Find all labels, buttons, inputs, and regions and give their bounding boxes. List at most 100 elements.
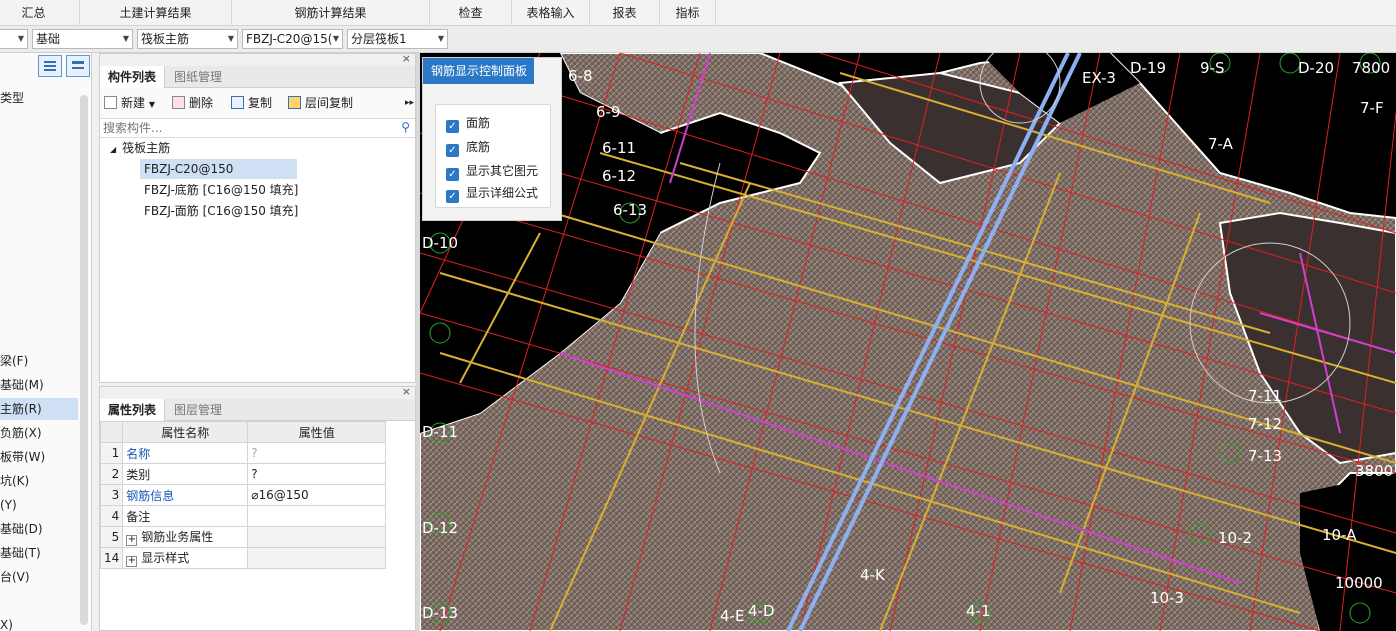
type-select[interactable]: 筏板主筋 ▼	[137, 29, 238, 49]
chevron-down-icon: ▼	[17, 34, 24, 43]
copy-button[interactable]: 复制	[231, 94, 272, 112]
table-row[interactable]: 14 + 显示样式	[99, 547, 387, 569]
more-icon[interactable]: ▸▸	[405, 94, 414, 112]
layer-select[interactable]: 分层筏板1 ▼	[347, 29, 448, 49]
checkbox-top-rebar[interactable]: ✓ 面筋	[446, 114, 490, 133]
tab-summary[interactable]: 汇总	[0, 0, 80, 26]
tree-item[interactable]: FBZJ-面筋 [C16@150 填充]	[144, 201, 298, 221]
property-value[interactable]: ?	[247, 442, 387, 464]
row-number: 1	[99, 442, 124, 464]
tab-layer-management[interactable]: 图层管理	[166, 399, 230, 421]
expand-icon[interactable]: +	[126, 556, 138, 567]
search-input[interactable]	[100, 119, 380, 137]
options-box: ✓ 面筋 ✓ 底筋 ✓ 显示其它图元 ✓ 显示详细公式	[435, 104, 551, 208]
svg-text:4-K: 4-K	[860, 566, 886, 584]
layer-copy-button[interactable]: 层间复制	[288, 94, 353, 112]
row-number: 2	[99, 463, 124, 485]
close-icon[interactable]: ×	[402, 385, 411, 398]
property-name: 钢筋信息	[122, 484, 249, 506]
property-name: 类别	[122, 463, 249, 485]
table-row[interactable]: 2 类别 ?	[99, 463, 387, 485]
level-select[interactable]: ▼	[0, 29, 28, 49]
row-number: 5	[99, 526, 124, 548]
component-select[interactable]: FBZJ-C20@15(▼	[242, 29, 343, 49]
svg-text:6-13: 6-13	[613, 201, 647, 219]
svg-text:D-10: D-10	[422, 234, 458, 252]
tab-indicator[interactable]: 指标	[660, 0, 716, 26]
table-row[interactable]: 3 钢筋信息 ⌀16@150	[99, 484, 387, 506]
property-value[interactable]: ?	[247, 463, 387, 485]
tab-civil-results[interactable]: 土建计算结果	[80, 0, 232, 26]
svg-text:D-20: D-20	[1298, 59, 1334, 77]
checkbox-show-detailed-formula[interactable]: ✓ 显示详细公式	[446, 184, 538, 203]
svg-text:10-2: 10-2	[1218, 529, 1252, 547]
expand-icon[interactable]: +	[126, 535, 138, 546]
nav-item-slab-strip[interactable]: 板带(W)	[0, 446, 78, 468]
svg-text:6-9: 6-9	[596, 103, 621, 121]
property-value[interactable]: ⌀16@150	[247, 484, 387, 506]
tab-report[interactable]: 报表	[590, 0, 660, 26]
nav-item-x[interactable]: X)	[0, 614, 78, 631]
drawing-canvas[interactable]: D-19 9-S D-20 7800 D-10 6-11 6-12 6-13 7…	[420, 53, 1396, 631]
component-search: ⚲	[100, 118, 415, 138]
table-row[interactable]: 4 备注	[99, 505, 387, 527]
rebar-drawing: D-19 9-S D-20 7800 D-10 6-11 6-12 6-13 7…	[420, 53, 1396, 631]
property-name: 备注	[122, 505, 249, 527]
svg-text:9-S: 9-S	[1200, 59, 1224, 77]
nav-scrollbar[interactable]	[80, 95, 88, 625]
tree-root[interactable]: ◢ 筏板主筋	[110, 138, 170, 158]
nav-item-pit[interactable]: 坑(K)	[0, 470, 78, 492]
column-header-value: 属性值	[247, 421, 387, 443]
nav-item-foundation-d[interactable]: 基础(D)	[0, 518, 78, 540]
nav-item-beam[interactable]: 梁(F)	[0, 350, 78, 372]
chevron-down-icon: ▼	[227, 34, 234, 43]
ribbon-tabs: 汇总 土建计算结果 钢筋计算结果 检查 表格输入 报表 指标	[0, 0, 1396, 26]
nav-item-foundation-t[interactable]: 基础(T)	[0, 542, 78, 564]
property-name[interactable]: + 显示样式	[122, 547, 249, 569]
delete-button[interactable]: 删除	[172, 94, 213, 112]
nav-item-negative-rebar[interactable]: 负筋(X)	[0, 422, 78, 444]
nav-item-main-rebar[interactable]: 主筋(R)	[0, 398, 78, 420]
checkbox-bottom-rebar[interactable]: ✓ 底筋	[446, 138, 490, 157]
property-name[interactable]: + 钢筋业务属性	[122, 526, 249, 548]
check-icon: ✓	[446, 168, 459, 181]
svg-text:4-1: 4-1	[966, 602, 991, 620]
close-icon[interactable]: ×	[402, 52, 411, 65]
list-view-icon[interactable]	[38, 55, 62, 77]
property-table: 属性名称 属性值 1 名称 ? 2 类别 ? 3 钢筋信息 ⌀16@150 4 …	[99, 421, 387, 569]
tab-check[interactable]: 检查	[430, 0, 512, 26]
nav-item-platform[interactable]: 台(V)	[0, 566, 78, 588]
category-select[interactable]: 基础 ▼	[32, 29, 133, 49]
card-view-icon[interactable]	[66, 55, 90, 77]
tab-drawing-management[interactable]: 图纸管理	[166, 66, 230, 88]
svg-text:10-3: 10-3	[1150, 589, 1184, 607]
tab-table-input[interactable]: 表格输入	[512, 0, 590, 26]
rebar-display-control-panel: 钢筋显示控制面板 ✓ 面筋 ✓ 底筋 ✓ 显示其它图元 ✓ 显示详细公式	[422, 57, 562, 221]
svg-text:4-D: 4-D	[748, 602, 775, 620]
tab-property-list[interactable]: 属性列表	[100, 399, 166, 421]
table-row[interactable]: 1 名称 ?	[99, 442, 387, 464]
tab-component-list[interactable]: 构件列表	[100, 66, 166, 88]
nav-item-blank[interactable]	[0, 590, 78, 612]
svg-text:D-12: D-12	[422, 519, 458, 537]
svg-text:6-8: 6-8	[568, 67, 593, 85]
svg-text:EX-3: EX-3	[1082, 69, 1116, 87]
new-button[interactable]: 新建 ▼	[104, 94, 155, 112]
nav-item-foundation[interactable]: 基础(M)	[0, 374, 78, 396]
tab-rebar-results[interactable]: 钢筋计算结果	[232, 0, 430, 26]
row-number: 14	[99, 547, 124, 569]
svg-text:6-11: 6-11	[602, 139, 636, 157]
checkbox-show-other-elements[interactable]: ✓ 显示其它图元	[446, 162, 538, 181]
svg-text:7800: 7800	[1352, 59, 1390, 77]
nav-item-y[interactable]: (Y)	[0, 494, 78, 516]
collapse-icon[interactable]: ◢	[110, 145, 116, 154]
tree-item-selected[interactable]: FBZJ-C20@150	[140, 159, 297, 179]
column-header-name: 属性名称	[122, 421, 249, 443]
tree-item[interactable]: FBZJ-底筋 [C16@150 填充]	[144, 180, 298, 200]
property-value[interactable]	[247, 505, 387, 527]
property-value	[247, 547, 387, 569]
svg-text:3800: 3800	[1355, 462, 1393, 480]
table-row[interactable]: 5 + 钢筋业务属性	[99, 526, 387, 548]
svg-text:7-12: 7-12	[1248, 415, 1282, 433]
search-icon[interactable]: ⚲	[401, 120, 410, 134]
